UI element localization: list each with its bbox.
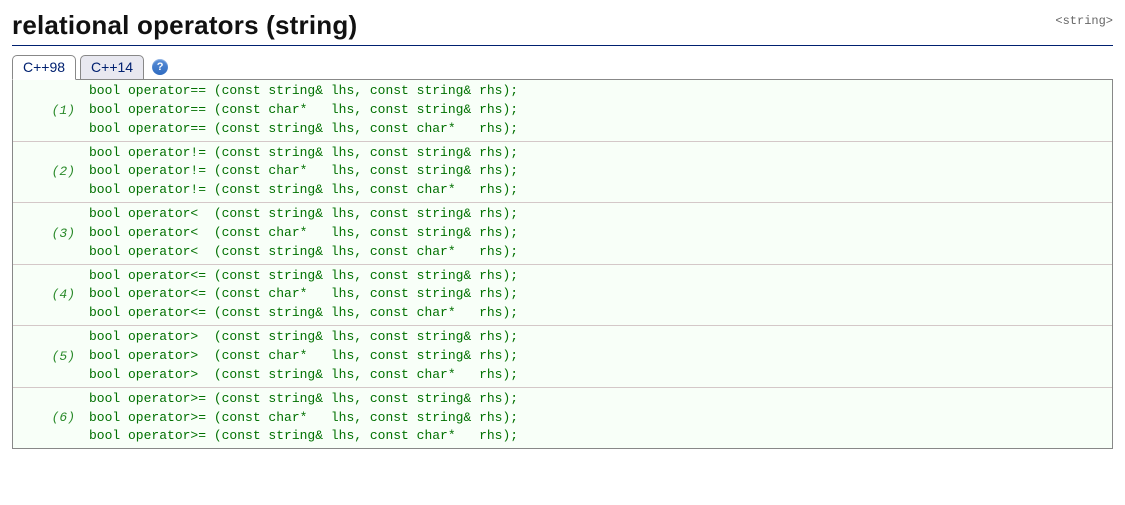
prototype-code: bool operator<= (const string& lhs, cons… bbox=[83, 264, 1112, 326]
help-icon[interactable]: ? bbox=[152, 59, 168, 75]
prototype-number: (6) bbox=[13, 387, 83, 448]
prototype-group: (4)bool operator<= (const string& lhs, c… bbox=[13, 264, 1112, 326]
prototype-group: (5)bool operator> (const string& lhs, co… bbox=[13, 326, 1112, 388]
prototype-group: (2)bool operator!= (const string& lhs, c… bbox=[13, 141, 1112, 203]
prototype-group: (3)bool operator< (const string& lhs, co… bbox=[13, 203, 1112, 265]
prototype-number: (4) bbox=[13, 264, 83, 326]
prototype-number: (3) bbox=[13, 203, 83, 265]
prototype-box: (1)bool operator== (const string& lhs, c… bbox=[12, 79, 1113, 449]
prototype-code: bool operator!= (const string& lhs, cons… bbox=[83, 141, 1112, 203]
tab-row: C++98 C++14 ? bbox=[12, 54, 1113, 79]
prototype-number: (5) bbox=[13, 326, 83, 388]
tab-cpp14[interactable]: C++14 bbox=[80, 55, 144, 80]
prototype-table: (1)bool operator== (const string& lhs, c… bbox=[13, 80, 1112, 448]
header: relational operators (string) <string> bbox=[12, 10, 1113, 46]
header-scope: <string> bbox=[1055, 10, 1113, 28]
prototype-group: (6)bool operator>= (const string& lhs, c… bbox=[13, 387, 1112, 448]
page-title: relational operators (string) bbox=[12, 10, 357, 41]
prototype-code: bool operator< (const string& lhs, const… bbox=[83, 203, 1112, 265]
prototype-number: (1) bbox=[13, 80, 83, 141]
tab-cpp98[interactable]: C++98 bbox=[12, 55, 76, 80]
prototype-code: bool operator== (const string& lhs, cons… bbox=[83, 80, 1112, 141]
prototype-group: (1)bool operator== (const string& lhs, c… bbox=[13, 80, 1112, 141]
prototype-code: bool operator> (const string& lhs, const… bbox=[83, 326, 1112, 388]
prototype-code: bool operator>= (const string& lhs, cons… bbox=[83, 387, 1112, 448]
prototype-number: (2) bbox=[13, 141, 83, 203]
